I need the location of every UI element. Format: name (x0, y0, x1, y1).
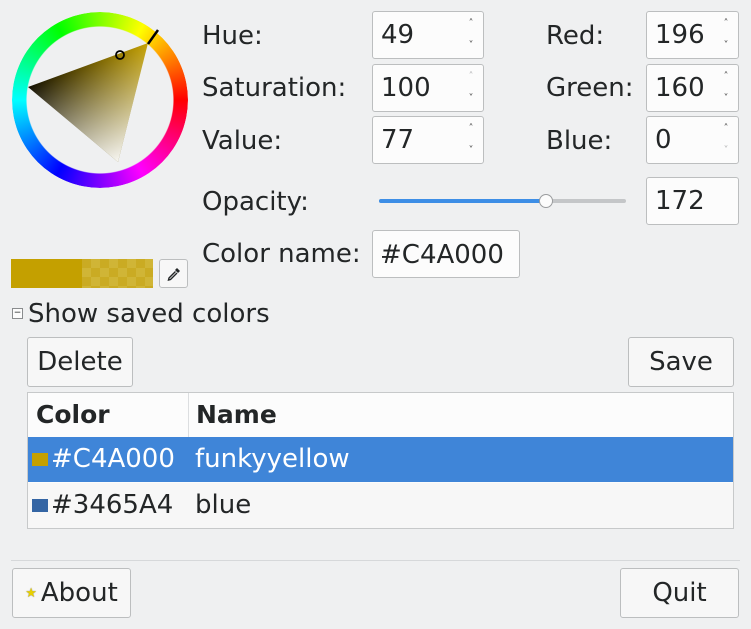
opaque-color-swatch (11, 259, 82, 288)
star-icon: ★ (25, 585, 37, 601)
saturation-spinbox[interactable]: 100 ˄ ˅ (372, 64, 484, 112)
show-saved-colors-label: Show saved colors (28, 299, 270, 329)
red-value: 196 (655, 20, 705, 50)
color-swatch (32, 499, 48, 512)
eyedropper-button[interactable] (159, 259, 188, 288)
value-decrement-icon[interactable]: ˅ (465, 145, 477, 157)
about-button[interactable]: ★ About (12, 568, 131, 618)
hue-spinbox[interactable]: 49 ˄ ˅ (372, 11, 484, 59)
eyedropper-icon (167, 267, 180, 281)
hue-increment-icon[interactable]: ˄ (465, 18, 477, 30)
green-label: Green: (546, 73, 634, 103)
hue-label: Hue: (202, 21, 263, 51)
row-hex: #C4A000 (51, 444, 175, 474)
blue-spinbox[interactable]: 0 ˄ ˅ (646, 116, 739, 164)
opacity-slider-fill (379, 199, 546, 203)
green-value: 160 (655, 73, 705, 103)
row-name: funkyyellow (195, 444, 350, 474)
current-color-preview (11, 259, 153, 288)
blue-label: Blue: (546, 126, 613, 156)
opacity-value: 172 (655, 186, 705, 216)
color-wheel[interactable] (12, 12, 188, 188)
opacity-field[interactable]: 172 (646, 177, 739, 225)
red-increment-icon[interactable]: ˄ (720, 18, 732, 30)
blue-increment-icon[interactable]: ˄ (720, 123, 732, 135)
table-row[interactable]: #3465A4 blue (28, 483, 733, 528)
red-label: Red: (546, 21, 605, 51)
green-increment-icon[interactable]: ˄ (720, 71, 732, 83)
save-button[interactable]: Save (628, 337, 734, 387)
color-name-input[interactable]: #C4A000 (372, 230, 520, 278)
transparent-color-swatch (82, 259, 153, 288)
column-header-color[interactable]: Color (36, 393, 186, 437)
opacity-slider[interactable] (379, 192, 626, 212)
value-spinbox[interactable]: 77 ˄ ˅ (372, 116, 484, 164)
delete-button[interactable]: Delete (27, 337, 133, 387)
value-value: 77 (381, 125, 415, 155)
hue-value: 49 (381, 20, 415, 50)
hue-decrement-icon[interactable]: ˅ (465, 40, 477, 52)
red-decrement-icon[interactable]: ˅ (720, 40, 732, 52)
red-spinbox[interactable]: 196 ˄ ˅ (646, 11, 739, 59)
row-name: blue (195, 490, 252, 520)
green-decrement-icon[interactable]: ˅ (720, 93, 732, 105)
separator (11, 560, 740, 561)
opacity-slider-handle[interactable] (539, 194, 553, 208)
saturation-increment-icon[interactable]: ˄ (465, 71, 477, 83)
color-name-value: #C4A000 (380, 240, 504, 270)
color-name-label: Color name: (202, 239, 361, 269)
row-hex: #3465A4 (51, 490, 174, 520)
table-row[interactable]: #C4A000 funkyyellow (28, 437, 733, 482)
opacity-label: Opacity: (202, 187, 309, 217)
color-swatch (32, 453, 48, 466)
green-spinbox[interactable]: 160 ˄ ˅ (646, 64, 739, 112)
blue-value: 0 (655, 125, 672, 155)
column-header-name[interactable]: Name (196, 393, 596, 437)
blue-decrement-icon[interactable]: ˅ (720, 145, 732, 157)
value-increment-icon[interactable]: ˄ (465, 123, 477, 135)
saturation-label: Saturation: (202, 73, 347, 103)
saturation-decrement-icon[interactable]: ˅ (465, 93, 477, 105)
saturation-value: 100 (381, 73, 431, 103)
saved-colors-table[interactable]: Color Name #C4A000 funkyyellow #3465A4 b… (27, 392, 734, 529)
quit-button[interactable]: Quit (620, 568, 739, 618)
collapse-icon[interactable]: − (12, 308, 23, 319)
about-label: About (40, 578, 118, 608)
value-label: Value: (202, 126, 283, 156)
